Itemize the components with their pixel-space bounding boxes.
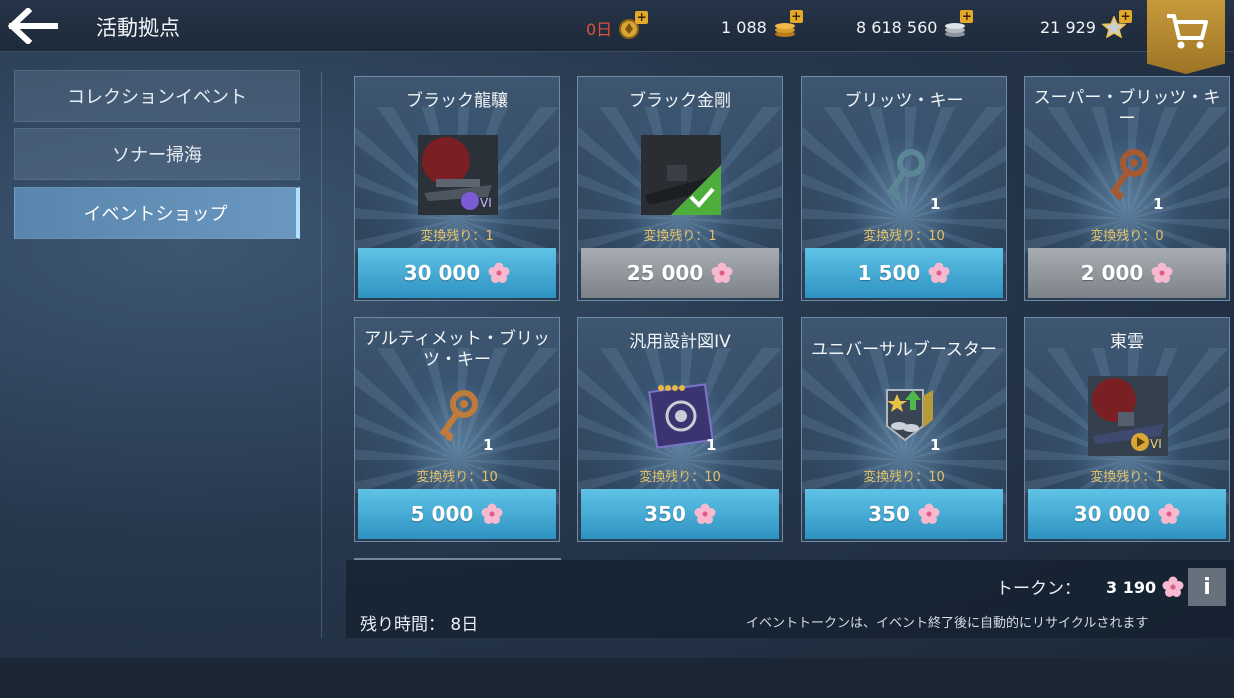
sidebar-item-event-shop[interactable]: イベントショップ: [14, 187, 300, 239]
sidebar-item-label: コレクションイベント: [67, 87, 247, 108]
premium-days-counter[interactable]: 0日 +: [586, 11, 649, 40]
cart-icon: [1167, 14, 1208, 49]
credits-value: 8 618 560: [856, 17, 938, 37]
item-title: アルティメット・ブリッツ・キー: [364, 329, 550, 370]
premium-days-value: 0日: [586, 20, 613, 39]
item-title: ブリッツ・キー: [844, 90, 964, 111]
sakura-token-icon: [711, 262, 733, 283]
recycle-note: イベントトークンは、イベント終了後に自動的にリサイクルされます: [746, 616, 1149, 631]
item-quantity: 1: [483, 436, 494, 454]
price-value: 5 000: [410, 502, 474, 526]
token-value: 3 190: [1106, 577, 1157, 597]
sakura-token-icon: [928, 262, 950, 283]
bottom-strip: [0, 658, 1234, 698]
shop-footer: 残り時間： 8日 トークン： 3 190 i イベントトークンは、イベント終了後…: [346, 560, 1234, 638]
gold-value: 1 088: [721, 17, 767, 37]
sakura-token-icon: [1158, 503, 1180, 524]
price-value: 2 000: [1080, 261, 1144, 285]
page-title: 活動拠点: [96, 16, 180, 40]
exchange-remaining: 変換残り：10: [639, 470, 721, 485]
item-quantity: 1: [930, 195, 941, 213]
buy-button[interactable]: 30 000: [358, 248, 556, 298]
info-button[interactable]: i: [1188, 568, 1226, 606]
price-value: 30 000: [1073, 502, 1151, 526]
sidebar-item-label: ソナー掃海: [112, 145, 202, 166]
gold-counter[interactable]: 1 088 +: [721, 10, 803, 38]
sakura-token-icon: [694, 503, 716, 524]
sidebar-item-sonar-sweep[interactable]: ソナー掃海: [14, 128, 300, 180]
exchange-remaining: 変換残り：0: [1090, 229, 1164, 244]
sakura-token-icon: [918, 503, 940, 524]
free-xp-counter[interactable]: 21 929 +: [1040, 10, 1132, 39]
nav-divider: [321, 72, 322, 638]
buy-button[interactable]: 5 000: [358, 489, 556, 539]
shop-item-card[interactable]: アルティメット・ブリッツ・キー 1 変換残り：10 5 000: [354, 317, 560, 542]
ship-icon: VI: [1088, 376, 1168, 456]
svg-text:VI: VI: [480, 196, 492, 210]
item-quantity: 1: [706, 436, 717, 454]
shop-item-card[interactable]: 汎用設計図IV 1 変換残り：10 350: [577, 317, 783, 542]
ship-icon: VI: [418, 135, 498, 215]
buy-button[interactable]: 30 000: [1028, 489, 1226, 539]
exchange-remaining: 変換残り：10: [863, 229, 945, 244]
time-remaining: 残り時間： 8日: [360, 615, 479, 635]
item-title: 汎用設計図IV: [629, 331, 731, 352]
buy-button[interactable]: 350: [805, 489, 1003, 539]
price-value: 350: [868, 502, 910, 526]
exchange-remaining: 変換残り：1: [420, 229, 494, 244]
back-arrow-icon: [7, 6, 59, 46]
price-value: 25 000: [626, 261, 704, 285]
gold-coins-icon: +: [773, 10, 803, 38]
item-title: ユニバーサルブースター: [811, 339, 997, 360]
shop-item-card[interactable]: ブラック龍驤 VI 変換残り：1 30 000: [354, 76, 560, 301]
ship-icon: [641, 135, 721, 215]
price-value: 1 500: [857, 261, 921, 285]
item-title: ブラック龍驤: [406, 90, 508, 111]
buy-button[interactable]: 350: [581, 489, 779, 539]
shop-item-card[interactable]: 東雲 VI 変換残り：1 30 000: [1024, 317, 1230, 542]
silver-coins-icon: +: [943, 10, 974, 38]
item-title: 東雲: [1110, 331, 1144, 352]
item-quantity: 1: [930, 436, 941, 454]
shop-item-card[interactable]: ユニバーサルブースター 1 変換残り：10 350: [801, 317, 1007, 542]
price-value: 350: [644, 502, 686, 526]
premium-icon: +: [618, 11, 649, 39]
shop-cart-button[interactable]: [1147, 0, 1225, 74]
exchange-remaining: 変換残り：10: [416, 470, 498, 485]
item-title: スーパー・ブリッツ・キー: [1033, 88, 1221, 129]
buy-button[interactable]: 25 000: [581, 248, 779, 298]
back-button[interactable]: [7, 6, 59, 46]
item-title: ブラック金剛: [629, 90, 731, 111]
shop-item-card[interactable]: スーパー・ブリッツ・キー 1 変換残り：0 2 000: [1024, 76, 1230, 301]
sakura-token-icon: [488, 262, 510, 283]
info-icon: i: [1203, 574, 1211, 600]
buy-button[interactable]: 2 000: [1028, 248, 1226, 298]
exchange-remaining: 変換残り：10: [863, 470, 945, 485]
price-value: 30 000: [403, 261, 481, 285]
svg-text:VI: VI: [1150, 437, 1162, 451]
credits-counter[interactable]: 8 618 560 +: [856, 10, 974, 38]
sidebar-item-label: イベントショップ: [83, 204, 228, 225]
sakura-token-icon: [1151, 262, 1173, 283]
free-xp-value: 21 929: [1040, 17, 1096, 37]
token-balance: 3 190: [1106, 576, 1184, 598]
buy-button[interactable]: 1 500: [805, 248, 1003, 298]
item-quantity: 1: [1153, 195, 1164, 213]
sakura-token-icon: [1162, 576, 1184, 597]
shop-item-card[interactable]: ブラック金剛 変換残り：1 25 000: [577, 76, 783, 301]
sakura-token-icon: [481, 503, 503, 524]
shop-item-card[interactable]: ブリッツ・キー 1 変換残り：10 1 500: [801, 76, 1007, 301]
exchange-remaining: 変換残り：1: [643, 229, 717, 244]
star-icon: +: [1101, 10, 1132, 39]
top-bar: 活動拠点 0日 + 1 088 + 8 618 560 + 21 929 +: [0, 0, 1234, 74]
exchange-remaining: 変換残り：1: [1090, 470, 1164, 485]
token-label: トークン：: [996, 579, 1081, 599]
sidebar-item-collection-event[interactable]: コレクションイベント: [14, 70, 300, 122]
